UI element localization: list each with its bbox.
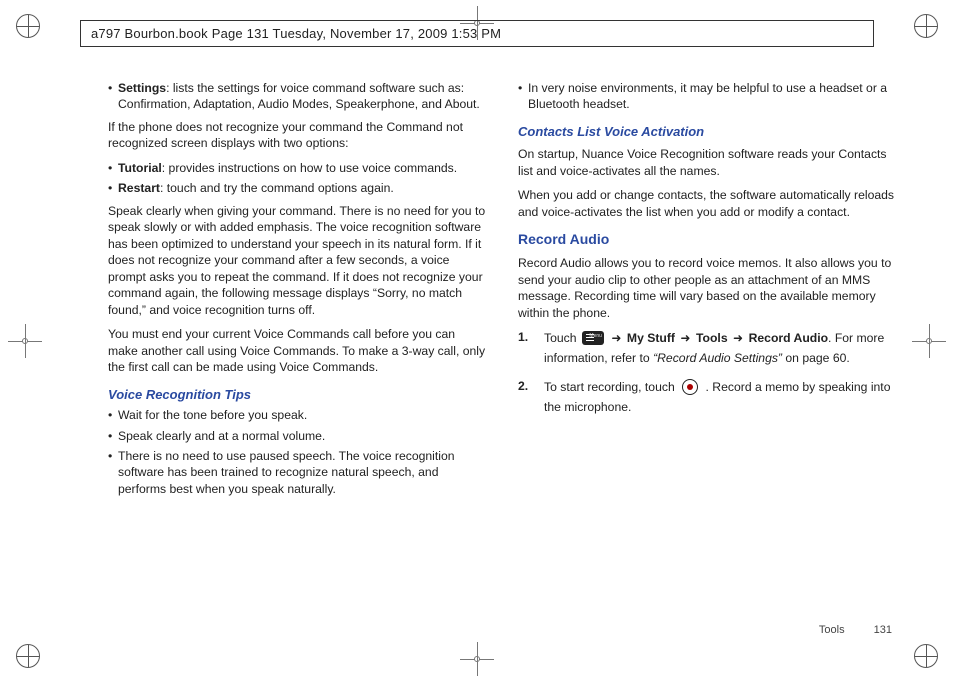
crop-mark-icon	[16, 644, 40, 668]
step1-record: Record Audio	[749, 331, 828, 345]
menu-icon	[582, 331, 604, 345]
arrow-icon: ➜	[680, 331, 694, 345]
step1-on: on page 60.	[782, 351, 850, 365]
step-1: 1. Touch ➜ My Stuff ➜ Tools ➜ Record Aud…	[518, 329, 896, 368]
bullet-lead: Restart	[118, 181, 160, 195]
bullet-dot-icon	[108, 448, 118, 497]
paragraph-end-call: You must end your current Voice Commands…	[108, 326, 486, 375]
register-cross-icon	[460, 642, 494, 676]
paragraph-contacts-2: When you add or change contacts, the sof…	[518, 187, 896, 220]
step1-touch: Touch	[544, 331, 580, 345]
bullet-lead: Tutorial	[118, 161, 162, 175]
paragraph-contacts-1: On startup, Nuance Voice Recognition sof…	[518, 146, 896, 179]
step1-mystuff: My Stuff	[627, 331, 675, 345]
bullet-dot-icon	[518, 80, 528, 113]
bullet-tip2: Speak clearly and at a normal volume.	[108, 428, 486, 444]
left-column: Settings: lists the settings for voice c…	[108, 78, 486, 630]
bullet-text: Settings: lists the settings for voice c…	[118, 80, 486, 113]
footer-section: Tools	[819, 624, 845, 636]
bullet-text: Tutorial: provides instructions on how t…	[118, 160, 486, 176]
steps-list: 1. Touch ➜ My Stuff ➜ Tools ➜ Record Aud…	[518, 329, 896, 417]
register-cross-icon	[912, 324, 946, 358]
arrow-icon: ➜	[733, 331, 747, 345]
bullet-rest: : touch and try the command options agai…	[160, 181, 394, 195]
bullet-tip3: There is no need to use paused speech. T…	[108, 448, 486, 497]
bullet-rest: : lists the settings for voice command s…	[118, 81, 480, 111]
crop-mark-icon	[914, 14, 938, 38]
step-body: To start recording, touch . Record a mem…	[544, 378, 896, 417]
bullet-lead: Settings	[118, 81, 166, 95]
paragraph-speak-clearly: Speak clearly when giving your command. …	[108, 203, 486, 318]
bullet-tip1: Wait for the tone before you speak.	[108, 407, 486, 423]
step-number: 2.	[518, 378, 544, 417]
bullet-dot-icon	[108, 80, 118, 113]
paragraph-unrecognized: If the phone does not recognize your com…	[108, 119, 486, 152]
page-header-text: a797 Bourbon.book Page 131 Tuesday, Nove…	[91, 26, 501, 41]
bullet-dot-icon	[108, 407, 118, 423]
bullet-text: Wait for the tone before you speak.	[118, 407, 486, 423]
step2-a: To start recording, touch	[544, 380, 678, 394]
crop-mark-icon	[16, 14, 40, 38]
heading-record-audio: Record Audio	[518, 230, 896, 249]
arrow-icon: ➜	[611, 331, 625, 345]
crop-mark-icon	[914, 644, 938, 668]
subhead-voice-tips: Voice Recognition Tips	[108, 386, 486, 404]
bullet-text: Restart: touch and try the command optio…	[118, 180, 486, 196]
register-cross-icon	[8, 324, 42, 358]
bullet-text: There is no need to use paused speech. T…	[118, 448, 486, 497]
bullet-dot-icon	[108, 160, 118, 176]
bullet-dot-icon	[108, 180, 118, 196]
bullet-settings: Settings: lists the settings for voice c…	[108, 80, 486, 113]
bullet-text: Speak clearly and at a normal volume.	[118, 428, 486, 444]
step1-tools: Tools	[696, 331, 728, 345]
paragraph-record-intro: Record Audio allows you to record voice …	[518, 255, 896, 321]
step-number: 1.	[518, 329, 544, 368]
step-2: 2. To start recording, touch . Record a …	[518, 378, 896, 417]
page-footer: Tools 131	[819, 624, 892, 636]
record-icon	[682, 379, 698, 395]
bullet-rest: : provides instructions on how to use vo…	[162, 161, 457, 175]
footer-page-number: 131	[874, 624, 892, 636]
bullet-tutorial: Tutorial: provides instructions on how t…	[108, 160, 486, 176]
step1-ref: “Record Audio Settings”	[653, 351, 782, 365]
bullet-headset: In very noise environments, it may be he…	[518, 80, 896, 113]
bullet-text: In very noise environments, it may be he…	[528, 80, 896, 113]
right-column: In very noise environments, it may be he…	[518, 78, 896, 630]
bullet-dot-icon	[108, 428, 118, 444]
step-body: Touch ➜ My Stuff ➜ Tools ➜ Record Audio.…	[544, 329, 896, 368]
page-body: Settings: lists the settings for voice c…	[108, 78, 896, 630]
bullet-restart: Restart: touch and try the command optio…	[108, 180, 486, 196]
subhead-contacts-activation: Contacts List Voice Activation	[518, 123, 896, 141]
page-header-box: a797 Bourbon.book Page 131 Tuesday, Nove…	[80, 20, 874, 47]
